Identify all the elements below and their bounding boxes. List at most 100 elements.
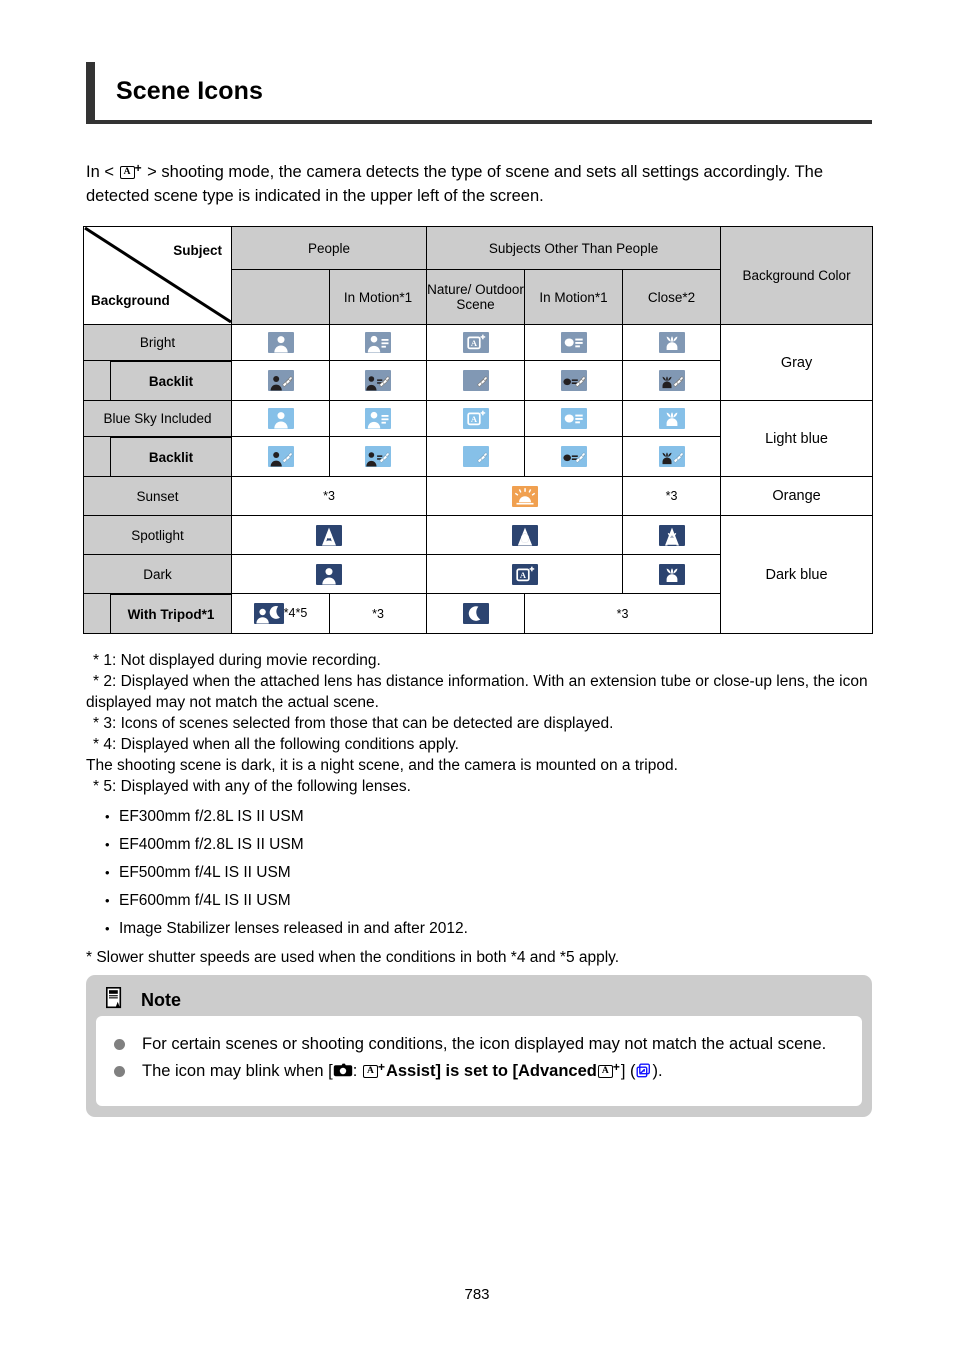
page-title-block: Scene Icons [86, 62, 872, 124]
person-icon [267, 332, 294, 353]
bgcolor-gray: Gray [720, 324, 874, 401]
object-in-motion-backlit-icon [560, 446, 587, 467]
row-label-bright-backlit: Backlit [83, 360, 232, 401]
close-up-icon [658, 408, 685, 429]
person-in-motion-backlit-icon [365, 370, 391, 391]
bgcolor-orange: Orange [720, 476, 874, 516]
note-document-icon [106, 986, 123, 1014]
close-up-backlit-icon [658, 446, 685, 467]
close-up-backlit-icon [658, 370, 685, 391]
cell-bright-backlit-person [231, 360, 330, 401]
title-underline [86, 120, 872, 124]
person-in-motion-icon [365, 408, 391, 429]
cell-bluesky-nature: A [426, 400, 526, 437]
footnote-4-continued: The shooting scene is dark, it is a nigh… [86, 757, 678, 774]
cell-bluesky-person [231, 400, 330, 437]
footnote-1: * 1: Not displayed during movie recordin… [93, 652, 381, 669]
lens-item: EF600mm f/4L IS II USM [86, 887, 876, 915]
tripod-footnote-marker: *4*5 [283, 605, 308, 620]
a-plus-mode-icon: A + [362, 1061, 385, 1078]
lens-item: Image Stabilizer lenses released in and … [86, 915, 876, 943]
link-reference-icon [636, 1062, 653, 1078]
table-corner-cell: Subject Background [83, 226, 232, 325]
cell-dark-person [230, 554, 428, 594]
header-other-subjects: Subjects Other Than People [426, 226, 722, 270]
sublabel-text: Backlit [148, 373, 194, 389]
sunset-close-note: *3 [622, 476, 722, 516]
cell-dark-close-up [622, 554, 722, 594]
cell-bright-backlit-person-motion [328, 360, 428, 401]
cell-bright-backlit-object-motion [524, 360, 624, 401]
document-page: Scene Icons In < A + > shooting mode, the… [0, 0, 954, 1345]
note-header: Note [96, 984, 862, 1016]
spotlight-close-up-icon [658, 524, 685, 546]
footnote-2: * 2: Displayed when the attached lens ha… [86, 673, 868, 711]
row-label-with-tripod: With Tripod*1 [83, 593, 232, 634]
sublabel-text: Backlit [148, 449, 194, 465]
lens-item: EF400mm f/2.8L IS II USM [86, 831, 876, 859]
row-label-bright: Bright [83, 324, 232, 361]
header-nature-outdoor-scene: Nature/ Outdoor Scene [426, 269, 526, 325]
bullet-icon [114, 1066, 125, 1077]
note-body: For certain scenes or shooting condition… [96, 1016, 862, 1106]
header-close: Close*2 [622, 269, 722, 325]
note2-part1: The icon may blink when [ [142, 1062, 333, 1080]
subject-axis-label: Subject [173, 243, 222, 258]
table-row-blue-sky: Blue Sky Included A Light blue [83, 400, 874, 477]
footnote-5: * 5: Displayed with any of the following… [93, 778, 411, 795]
cell-dark-nature: A [426, 554, 624, 594]
lens-item: EF300mm f/2.8L IS II USM [86, 803, 876, 831]
title-accent-bar [86, 62, 95, 120]
nature-backlit-icon [462, 446, 489, 467]
page-title: Scene Icons [116, 76, 263, 105]
cell-bluesky-close-up [622, 400, 722, 437]
object-in-motion-icon [560, 332, 587, 353]
lens-item: EF500mm f/4L IS II USM [86, 859, 876, 887]
footnote-last: * Slower shutter speeds are used when th… [86, 949, 620, 966]
row-label-sunset: Sunset [83, 476, 232, 516]
cell-sunset-icon [426, 476, 624, 516]
corner-diagonal-line [84, 227, 231, 324]
note-item-text: For certain scenes or shooting condition… [142, 1035, 827, 1053]
footnotes-block: * 1: Not displayed during movie recordin… [86, 650, 876, 968]
row-label-bluesky-backlit: Backlit [83, 436, 232, 477]
cell-spotlight-object [426, 515, 624, 555]
cell-tripod-night-scene [426, 593, 526, 634]
note-list-item: The icon may blink when [: A + Assist] is … [114, 1059, 842, 1084]
scene-icons-table: Subject Background People Subjects Other… [83, 226, 874, 634]
background-axis-label: Background [91, 293, 170, 308]
cell-bluesky-backlit-nature [426, 436, 526, 477]
note2-part4: ] ( [620, 1062, 636, 1080]
cell-bluesky-person-in-motion [328, 400, 428, 437]
nature-outdoor-icon: A [462, 332, 489, 353]
tripod-motion-note: *3 [328, 593, 428, 634]
person-backlit-icon [267, 370, 294, 391]
bgcolor-dark-blue: Dark blue [720, 515, 874, 634]
person-in-motion-backlit-icon [365, 446, 391, 467]
cell-bluesky-backlit-close-up [622, 436, 722, 477]
dark-nature-icon: A [511, 563, 538, 585]
header-people-in-motion: In Motion*1 [328, 269, 428, 325]
cell-bright-close-up [622, 324, 722, 361]
dark-person-icon [316, 563, 342, 585]
intro-before-icon: In < [86, 163, 114, 181]
nature-backlit-icon [462, 370, 489, 391]
note-box: Note For certain scenes or shooting cond… [86, 975, 872, 1117]
nature-outdoor-icon: A [462, 408, 489, 429]
cell-bright-nature: A [426, 324, 526, 361]
spotlight-person-icon [316, 524, 342, 546]
note2-part5: ). [652, 1062, 663, 1080]
cell-bright-object-in-motion [524, 324, 624, 361]
dark-close-up-icon [658, 563, 685, 585]
camera-icon [333, 1061, 353, 1077]
person-icon [267, 408, 294, 429]
cell-bright-backlit-close-up [622, 360, 722, 401]
header-people-still [231, 269, 330, 325]
footnote-4: * 4: Displayed when all the following co… [93, 736, 459, 753]
table-header-row-1: Subject Background People Subjects Other… [83, 226, 874, 325]
svg-text:A: A [519, 570, 526, 580]
note2-part2: : [352, 1062, 358, 1080]
header-people: People [230, 226, 428, 270]
note-item-text-rich: The icon may blink when [: A + Assist] is … [142, 1059, 842, 1084]
sublabel-text: With Tripod*1 [127, 606, 215, 622]
